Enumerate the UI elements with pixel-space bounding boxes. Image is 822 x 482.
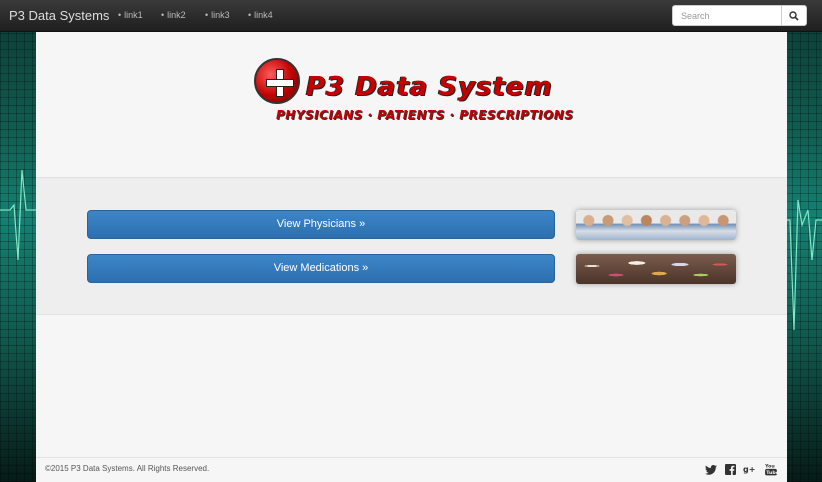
nav-link-label: link2: [167, 10, 186, 20]
nav-link-4[interactable]: • link4: [248, 10, 273, 20]
svg-text:g+: g+: [743, 465, 755, 474]
ecg-line-left: [0, 169, 40, 261]
nav-link-3[interactable]: • link3: [205, 10, 230, 20]
svg-text:You: You: [765, 464, 775, 470]
search-button[interactable]: [781, 6, 806, 25]
ecg-line-right: [786, 199, 822, 331]
facebook-icon[interactable]: [724, 463, 737, 476]
brand-link[interactable]: P3 Data Systems: [9, 8, 109, 23]
nav-link-1[interactable]: • link1: [118, 10, 143, 20]
search-form: [672, 5, 807, 26]
actions-band: View Physicians » View Medications »: [36, 177, 787, 315]
search-input[interactable]: [673, 6, 781, 25]
p3-logo: P3 Data System PHYSICIANS · PATIENTS · P…: [252, 56, 574, 126]
nav-link-2[interactable]: • link2: [161, 10, 186, 20]
medical-cross-icon: [254, 58, 300, 104]
nav-link-label: link1: [124, 10, 143, 20]
view-physicians-button[interactable]: View Physicians »: [87, 210, 555, 239]
logo-title: P3 Data System: [306, 72, 553, 102]
logo-subtitle: PHYSICIANS · PATIENTS · PRESCRIPTIONS: [276, 108, 574, 122]
twitter-icon[interactable]: [704, 463, 717, 476]
medications-image: [576, 254, 736, 284]
search-icon: [789, 10, 799, 21]
footer: ©2015 P3 Data Systems. All Rights Reserv…: [36, 457, 787, 482]
main-panel: P3 Data System PHYSICIANS · PATIENTS · P…: [36, 32, 787, 482]
copyright-text: ©2015 P3 Data Systems. All Rights Reserv…: [45, 464, 210, 473]
google-plus-icon[interactable]: g+: [743, 463, 756, 476]
top-navbar: P3 Data Systems • link1 • link2 • link3 • li…: [0, 0, 822, 32]
view-medications-button[interactable]: View Medications »: [87, 254, 555, 283]
nav-link-label: link4: [254, 10, 273, 20]
physicians-image: [576, 210, 736, 240]
svg-text:Tube: Tube: [766, 470, 777, 476]
youtube-icon[interactable]: YouTube: [764, 463, 777, 476]
nav-link-label: link3: [211, 10, 230, 20]
